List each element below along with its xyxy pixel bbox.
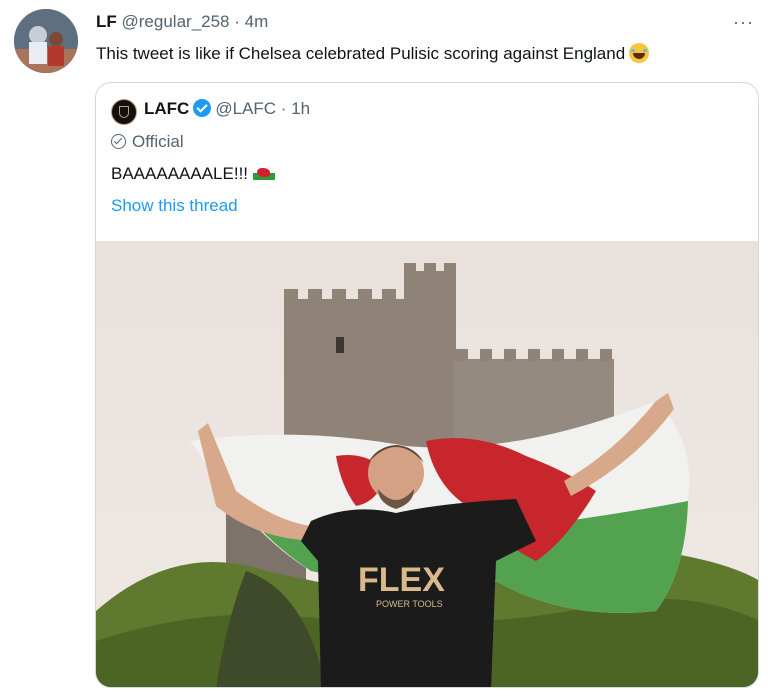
quoted-author-handle[interactable]: @LAFC	[215, 99, 276, 118]
show-thread-link[interactable]: Show this thread	[111, 196, 238, 216]
photo-illustration: FLEX POWER TOOLS	[96, 263, 758, 687]
tweet-time[interactable]: · 4m	[230, 12, 268, 31]
quoted-body: BAAAAAAAALE!!!	[111, 164, 249, 183]
more-options-button[interactable]: ···	[733, 12, 754, 33]
tweet-body: This tweet is like if Chelsea celebrated…	[96, 44, 626, 63]
lafc-logo-icon[interactable]	[111, 99, 137, 125]
wales-flag-icon	[253, 166, 276, 180]
tweet-photo[interactable]: FLEX POWER TOOLS	[96, 241, 758, 687]
tweet-header: LF @regular_258 · 4m	[96, 12, 268, 32]
verified-badge-icon	[193, 99, 212, 117]
avatar[interactable]	[14, 9, 78, 73]
quoted-author-name[interactable]: LAFC	[144, 99, 189, 118]
author-handle[interactable]: @regular_258	[122, 12, 230, 31]
avatar-image	[14, 9, 78, 73]
face-with-tears-of-joy-icon	[629, 43, 650, 63]
photo-shirt-text: FLEX	[358, 561, 445, 599]
author-name[interactable]: LF	[96, 12, 117, 31]
tweet-text: This tweet is like if Chelsea celebrated…	[96, 43, 650, 64]
quoted-tweet[interactable]: LAFC @LAFC · 1h Official BAAAAAAAALE!!! S…	[95, 82, 759, 688]
official-label: Official	[111, 132, 184, 152]
official-check-icon	[111, 134, 126, 149]
quoted-header: LAFC @LAFC · 1h	[144, 99, 310, 119]
official-text: Official	[132, 132, 184, 151]
photo-shirt-subtext: POWER TOOLS	[376, 599, 443, 609]
quoted-text: BAAAAAAAALE!!!	[111, 164, 276, 184]
quoted-time[interactable]: · 1h	[276, 99, 310, 118]
